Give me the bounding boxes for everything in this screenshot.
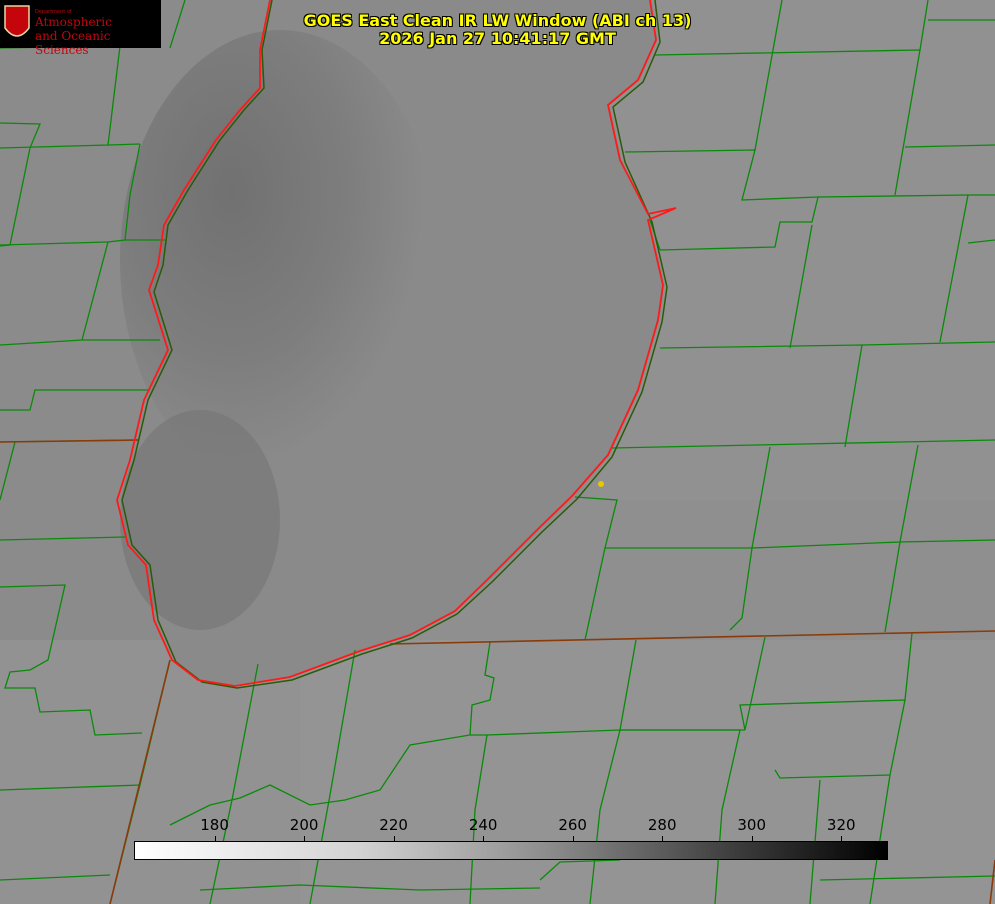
image-title: GOES East Clean IR LW Window (ABI ch 13) <box>303 11 692 30</box>
colorbar-tick-label: 240 <box>468 816 498 834</box>
colorbar-tick-label: 260 <box>558 816 587 834</box>
colorbar-tick-label: 200 <box>289 816 319 834</box>
colorbar-tick-label: 180 <box>200 816 229 834</box>
colorbar-tick-label: 280 <box>647 816 677 834</box>
image-timestamp: 2026 Jan 27 10:41:17 GMT <box>379 29 616 48</box>
location-marker <box>598 481 604 487</box>
satellite-image-viewer: Department of Atmospheric and Oceanic Sc… <box>0 0 995 904</box>
colorbar-tick-label: 220 <box>379 816 408 834</box>
temperature-colorbar <box>134 841 888 860</box>
colorbar-tick-label: 320 <box>826 816 856 834</box>
satellite-map <box>0 0 995 904</box>
colorbar-tick-label: 300 <box>737 816 767 834</box>
